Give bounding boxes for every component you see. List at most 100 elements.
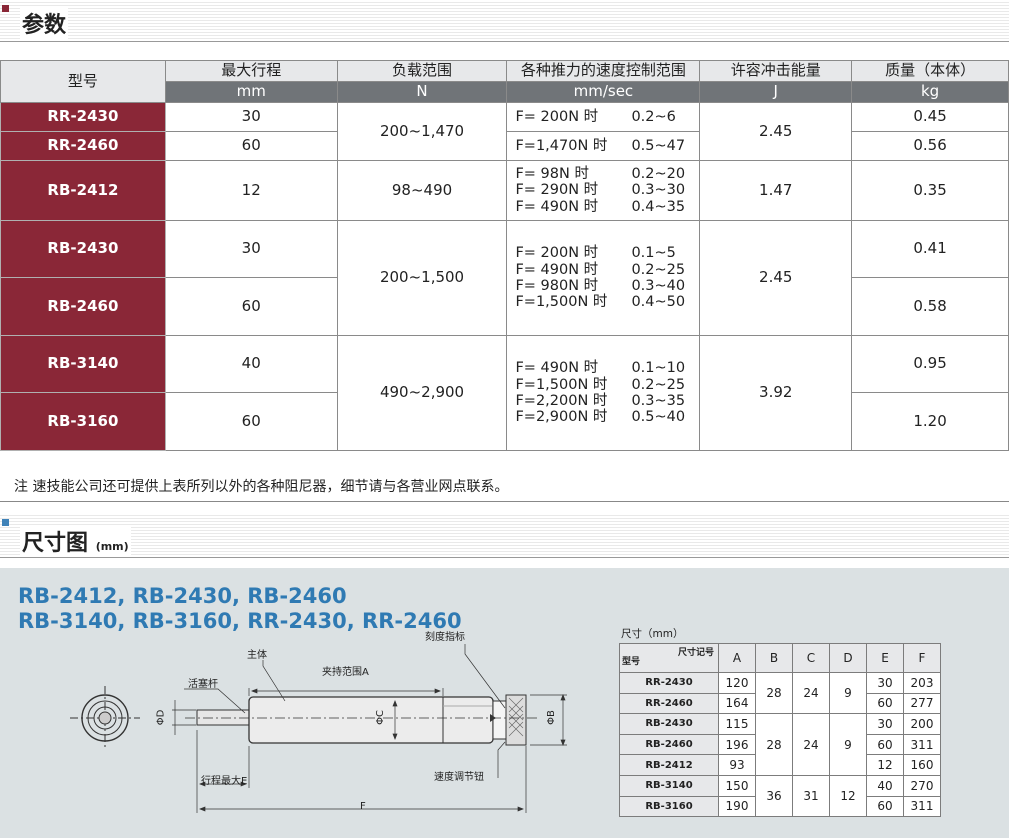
stroke-cell: 60 — [164, 277, 338, 336]
dim-c: 24 — [792, 713, 830, 776]
section-title: 尺寸图 (mm) — [20, 525, 131, 557]
model-cell: RR-2460 — [619, 692, 719, 715]
unit-cell: mm/sec — [506, 81, 701, 103]
dim-e: 30 — [866, 672, 904, 694]
load-cell: 98~490 — [336, 160, 508, 221]
col-header: E — [866, 643, 904, 673]
model-cell: RB-2460 — [619, 733, 719, 756]
mass-cell: 0.95 — [851, 335, 1009, 393]
stroke-cell: 60 — [164, 131, 338, 161]
label-phi-d: ΦD — [155, 709, 167, 726]
mass-cell: 0.56 — [851, 131, 1009, 161]
model-cell: RB-3160 — [0, 392, 166, 451]
unit-cell: J — [699, 81, 853, 103]
dims-header-row: 尺寸记号 型号 A B C D E F — [619, 643, 941, 673]
dim-c: 31 — [792, 774, 830, 818]
col-header: F — [903, 643, 941, 673]
col-header: D — [829, 643, 867, 673]
stroke-cell: 30 — [164, 220, 338, 278]
dim-f: 160 — [903, 754, 941, 776]
mass-cell: 1.20 — [851, 392, 1009, 451]
energy-cell: 2.45 — [699, 220, 853, 336]
table-row: RB-2430 30 200~1,500 F= 200N 时 0.1~5 F= 4… — [0, 220, 1009, 336]
energy-cell: 2.45 — [699, 102, 853, 161]
label-phi-c: ΦC — [374, 710, 386, 725]
dim-f: 311 — [903, 733, 941, 756]
unit-cell: N — [336, 81, 508, 103]
footnote: 注 速技能公司还可提供上表所列以外的各种阻尼器，细节请与各营业网点联系。 — [14, 479, 509, 495]
unit-cell: kg — [851, 81, 1009, 103]
load-cell: 200~1,500 — [336, 220, 508, 336]
stroke-cell: 12 — [164, 160, 338, 221]
load-cell: 200~1,470 — [336, 102, 508, 161]
model-cell: RR-2460 — [0, 131, 166, 161]
dim-e: 60 — [866, 795, 904, 818]
table-row: RR-2430 30 200~1,470 F= 200N 时 0.2~6 2.45… — [0, 102, 1009, 161]
label-scale: 刻度指标 — [425, 632, 465, 643]
dim-a: 120 — [718, 672, 756, 694]
section-header-params: 参数 — [0, 0, 1009, 42]
label-knob: 速度调节钮 — [434, 772, 484, 783]
label-body: 主体 — [247, 650, 267, 661]
section-header-dims: 尺寸图 (mm) — [0, 513, 1009, 558]
dim-d: 9 — [829, 713, 867, 776]
table-row: RB-3140 40 490~2,900 F= 490N 时 0.1~10 F=1… — [0, 335, 1009, 451]
dim-e: 60 — [866, 692, 904, 715]
model-cell: RR-2430 — [619, 672, 719, 694]
dim-a: 150 — [718, 774, 756, 797]
table-header-row: 型号 最大行程 负载范围 各种推力的速度控制范围 许容冲击能量 质量（本体） — [0, 60, 1009, 103]
col-header: C — [792, 643, 830, 673]
mass-cell: 0.45 — [851, 102, 1009, 132]
spec-table: 型号 最大行程 负载范围 各种推力的速度控制范围 许容冲击能量 质量（本体） m… — [0, 60, 1009, 451]
speed-cell: F= 200N 时 0.1~5 F= 490N 时 0.2~25 F= 980N 时… — [506, 220, 701, 336]
dim-e: 60 — [866, 733, 904, 756]
stroke-cell: 40 — [164, 335, 338, 393]
dim-f: 277 — [903, 692, 941, 715]
mass-cell: 0.35 — [851, 160, 1009, 221]
dim-a: 164 — [718, 692, 756, 715]
damper-drawing — [70, 644, 567, 813]
dim-d: 12 — [829, 774, 867, 818]
model-cell: RB-3140 — [619, 774, 719, 797]
table-row: RR-2430 120 28 24 9 30 203 — [619, 671, 941, 715]
dim-a: 93 — [718, 754, 756, 776]
col-header: B — [755, 643, 793, 673]
dim-a: 196 — [718, 733, 756, 756]
damper-side-view — [185, 694, 540, 746]
drawing-title-line2: RB-3140, RB-3160, RR-2430, RR-2460 — [18, 609, 462, 633]
speed-cell: F= 200N 时 0.2~6 — [506, 102, 701, 132]
col-header: 许容冲击能量 — [699, 60, 853, 82]
model-cell: RB-3140 — [0, 335, 166, 393]
model-cell: RB-2412 — [619, 754, 719, 776]
load-cell: 490~2,900 — [336, 335, 508, 451]
table-row: RB-2430 115 28 24 9 30 200 — [619, 713, 941, 776]
dim-c: 24 — [792, 671, 830, 715]
section-title: 参数 — [20, 7, 69, 39]
divider — [0, 501, 1009, 502]
dim-d: 9 — [829, 671, 867, 715]
energy-cell: 3.92 — [699, 335, 853, 451]
dim-f: 200 — [903, 713, 941, 735]
dims-table: 尺寸记号 型号 A B C D E F RR-2430 120 28 24 9 … — [619, 643, 941, 818]
speed-cell: F= 98N 时 0.2~20 F= 290N 时 0.3~30 F= 490N 时… — [506, 160, 701, 221]
speed-cell: F=1,470N 时 0.5~47 — [506, 131, 701, 161]
model-cell: RB-3160 — [619, 795, 719, 818]
label-stroke: 行程最大E — [201, 776, 248, 787]
model-cell: RB-2460 — [0, 277, 166, 336]
stroke-cell: 30 — [164, 102, 338, 132]
col-header: 质量（本体） — [851, 60, 1009, 82]
section-marker-icon — [2, 519, 9, 526]
col-header: 最大行程 — [164, 60, 338, 82]
dim-a: 190 — [718, 795, 756, 818]
model-cell: RB-2430 — [0, 220, 166, 278]
stroke-cell: 60 — [164, 392, 338, 451]
dim-b: 28 — [755, 713, 793, 776]
col-header: 各种推力的速度控制范围 — [506, 60, 701, 82]
col-header: A — [718, 643, 756, 673]
model-cell: RB-2412 — [0, 160, 166, 221]
dim-b: 28 — [755, 671, 793, 715]
dim-f: 311 — [903, 795, 941, 818]
model-cell: RR-2430 — [0, 102, 166, 132]
col-header-model: 型号 — [0, 60, 166, 103]
model-cell: RB-2430 — [619, 713, 719, 735]
